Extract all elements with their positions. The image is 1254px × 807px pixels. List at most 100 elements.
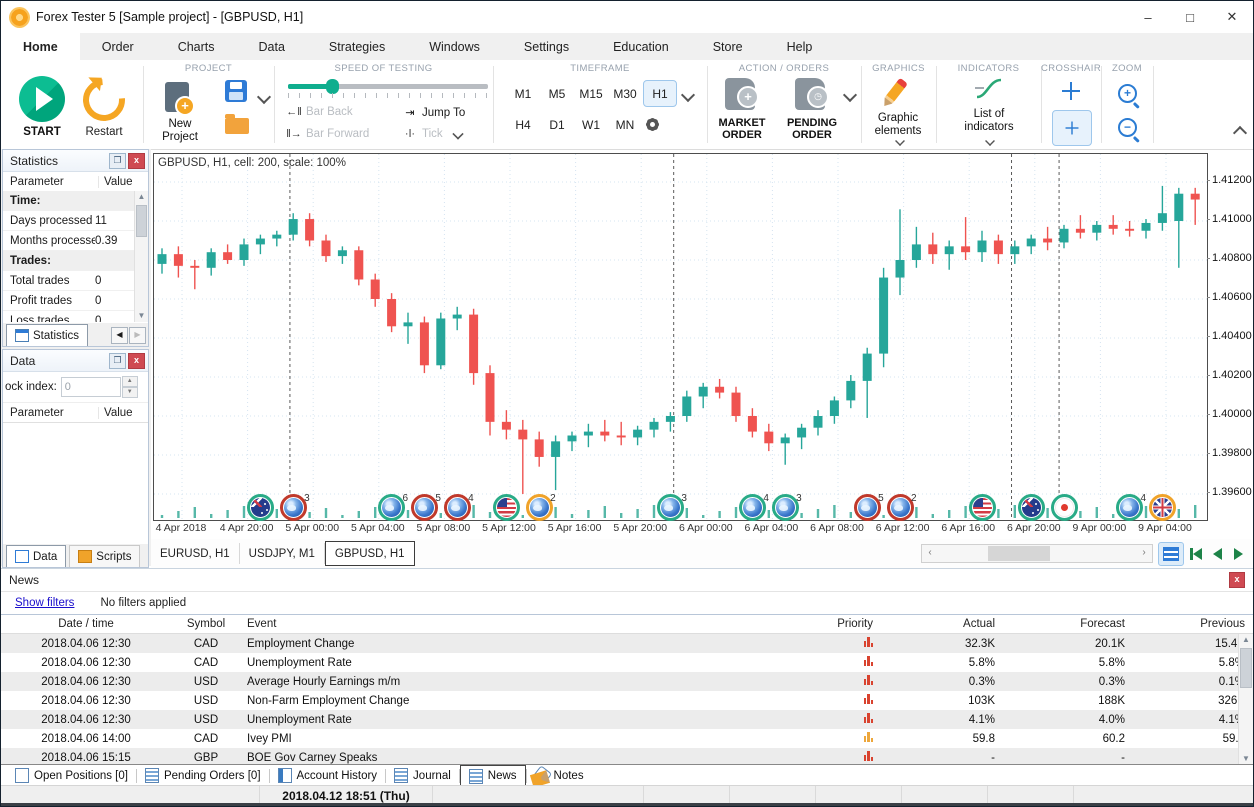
news-marker-icon[interactable]: 2 (526, 494, 553, 521)
menu-item-strategies[interactable]: Strategies (307, 33, 407, 60)
news-row[interactable]: 2018.04.06 12:30USDUnemployment Rate4.1%… (1, 710, 1253, 729)
bottom-tab-notes[interactable]: Notes (527, 766, 592, 785)
news-marker-icon[interactable]: 5 (411, 494, 438, 521)
timeframe-button-w1[interactable]: W1 (575, 112, 607, 137)
orders-dropdown-chevron-icon[interactable] (843, 88, 857, 102)
start-button[interactable] (19, 76, 65, 122)
news-row[interactable]: 2018.04.06 12:30CADUnemployment Rate5.8%… (1, 653, 1253, 672)
menu-item-charts[interactable]: Charts (156, 33, 237, 60)
menu-item-order[interactable]: Order (80, 33, 156, 60)
news-marker-icon[interactable]: 4 (1116, 494, 1143, 521)
timeframe-button-h4[interactable]: H4 (507, 112, 539, 137)
scroll-right-arrow[interactable]: › (1136, 545, 1152, 562)
news-close-icon[interactable]: x (1229, 572, 1245, 588)
go-last-button[interactable] (1250, 545, 1254, 563)
news-marker-icon[interactable]: 4 (444, 494, 471, 521)
maximize-button[interactable]: □ (1169, 1, 1211, 33)
news-row[interactable]: 2018.04.06 14:00CADIvey PMI59.860.259.6 (1, 729, 1253, 748)
news-marker-icon[interactable] (493, 494, 520, 521)
minimize-button[interactable]: – (1127, 1, 1169, 33)
project-dropdown-chevron-icon[interactable] (257, 90, 271, 104)
zoom-in-button[interactable]: + (1118, 84, 1137, 103)
news-marker-icon[interactable] (1149, 494, 1176, 521)
bar-back-button[interactable]: ←ǁBar Back (286, 106, 353, 118)
pending-order-button[interactable]: ◷ (795, 78, 825, 110)
jump-to-button[interactable]: ⇥Jump To (402, 106, 465, 119)
new-project-button[interactable]: + (165, 82, 189, 112)
menu-item-settings[interactable]: Settings (502, 33, 591, 60)
arrange-windows-button[interactable] (1158, 542, 1184, 566)
news-scrollbar[interactable]: ▲ ▼ (1238, 634, 1253, 765)
restart-button[interactable] (74, 70, 133, 129)
tab-data[interactable]: Data (6, 545, 66, 567)
timeframe-button-h1[interactable]: H1 (643, 80, 677, 107)
news-marker-icon[interactable] (247, 494, 274, 521)
graphic-elements-button[interactable] (891, 78, 901, 104)
time-axis[interactable]: 4 Apr 20184 Apr 20:005 Apr 00:005 Apr 04… (153, 521, 1206, 537)
go-prev-button[interactable] (1208, 545, 1226, 563)
news-marker-icon[interactable]: 3 (657, 494, 684, 521)
menu-item-data[interactable]: Data (237, 33, 307, 60)
speed-slider[interactable] (288, 84, 488, 89)
chart-horizontal-scrollbar[interactable]: ‹ › (921, 544, 1153, 563)
news-marker-icon[interactable]: 2 (887, 494, 914, 521)
timeframe-button-m30[interactable]: M30 (609, 81, 641, 106)
stats-tabs-left-arrow[interactable]: ◀ (111, 327, 128, 344)
timeframe-dropdown-chevron-icon[interactable] (681, 88, 695, 102)
news-marker-icon[interactable]: 6 (378, 494, 405, 521)
timeframe-button-m5[interactable]: M5 (541, 81, 573, 106)
timeframe-button-m15[interactable]: M15 (575, 81, 607, 106)
bottom-tab-journal[interactable]: Journal (386, 766, 459, 785)
news-marker-icon[interactable] (1018, 494, 1045, 521)
zoom-out-button[interactable]: − (1118, 118, 1137, 137)
menu-item-home[interactable]: Home (1, 33, 80, 60)
data-close-icon[interactable]: x (128, 353, 145, 369)
statistics-restore-icon[interactable]: ❐ (109, 153, 126, 169)
menu-item-help[interactable]: Help (765, 33, 835, 60)
bottom-tab-account-history[interactable]: Account History (270, 766, 386, 785)
news-marker-icon[interactable]: 4 (739, 494, 766, 521)
tick-button[interactable]: ·ǀ·Tick (402, 128, 463, 140)
news-marker-icon[interactable]: 5 (854, 494, 881, 521)
timeframe-button-m1[interactable]: M1 (507, 81, 539, 106)
bottom-tab-open-positions-[interactable]: Open Positions [0] (7, 766, 136, 785)
scroll-left-arrow[interactable]: ‹ (922, 545, 938, 562)
crosshair-button[interactable] (1062, 82, 1080, 100)
price-axis[interactable]: 1.412001.410001.408001.406001.404001.402… (1208, 153, 1254, 519)
timeframe-settings-gear-icon[interactable] (645, 117, 660, 132)
statistics-close-icon[interactable]: x (128, 153, 145, 169)
tick-dropdown-chevron-icon[interactable] (452, 128, 463, 139)
open-project-button[interactable] (225, 118, 249, 134)
market-order-button[interactable]: + (725, 78, 755, 110)
speed-slider-thumb[interactable] (326, 79, 339, 94)
news-row[interactable]: 2018.04.06 12:30CADEmployment Change32.3… (1, 634, 1253, 653)
menu-item-store[interactable]: Store (691, 33, 765, 60)
indicators-dropdown-chevron-icon[interactable] (985, 136, 995, 146)
tab-statistics[interactable]: Statistics (6, 324, 88, 346)
tab-scripts[interactable]: Scripts (69, 545, 140, 567)
chart-canvas[interactable]: GBPUSD, H1, cell: 200, scale: 100% 36542… (153, 153, 1208, 521)
timeframe-button-mn[interactable]: MN (609, 112, 641, 137)
go-first-button[interactable] (1187, 545, 1205, 563)
chart-tab-eurusd[interactable]: EURUSD, H1 (151, 543, 240, 564)
menu-item-education[interactable]: Education (591, 33, 691, 60)
ribbon-collapse-chevron-icon[interactable] (1233, 126, 1247, 140)
lock-index-up-arrow[interactable]: ▲ (122, 376, 138, 387)
news-marker-icon[interactable] (969, 494, 996, 521)
chart-tab-gbpusd[interactable]: GBPUSD, H1 (325, 541, 415, 566)
go-next-button[interactable] (1229, 545, 1247, 563)
statistics-scrollbar[interactable]: ▲▼ (134, 191, 148, 322)
lock-index-input[interactable] (61, 377, 121, 397)
news-row[interactable]: 2018.04.06 12:30USDNon-Farm Employment C… (1, 691, 1253, 710)
lock-index-down-arrow[interactable]: ▼ (122, 387, 138, 398)
bottom-tab-news[interactable]: News (460, 765, 526, 787)
lock-index-stepper[interactable]: ▲▼ (61, 376, 138, 398)
close-button[interactable]: ✕ (1211, 1, 1253, 33)
list-of-indicators-button[interactable] (974, 76, 1004, 102)
news-marker-icon[interactable]: 3 (280, 494, 307, 521)
stats-tabs-right-arrow[interactable]: ▶ (129, 327, 146, 344)
crosshair-sync-button[interactable] (1052, 110, 1092, 146)
news-marker-icon[interactable]: 3 (772, 494, 799, 521)
bar-forward-button[interactable]: ǁ→Bar Forward (286, 128, 369, 140)
data-restore-icon[interactable]: ❐ (109, 353, 126, 369)
